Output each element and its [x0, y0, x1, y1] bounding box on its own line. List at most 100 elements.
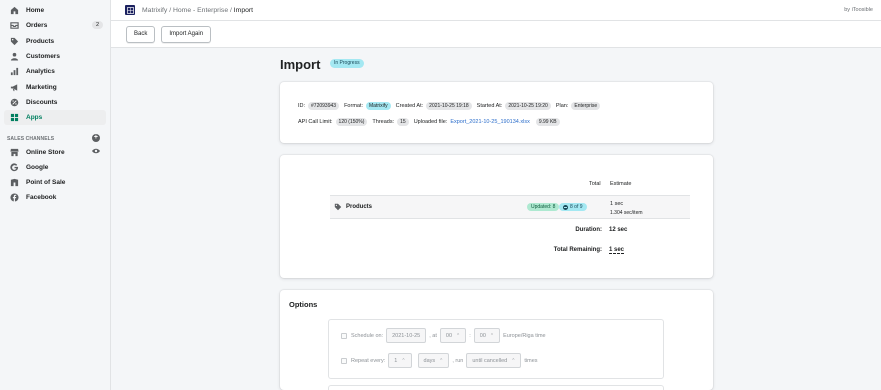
sidebar-item-label: Orders: [26, 22, 48, 30]
sidebar-item-apps[interactable]: Apps: [4, 110, 106, 126]
uploaded-file-link[interactable]: Export_2021-10-25_190134.xlsx: [450, 119, 530, 125]
sidebar-item-google[interactable]: Google: [0, 160, 110, 175]
google-icon: [9, 162, 19, 172]
threads-label: Threads:: [372, 119, 395, 125]
orders-icon: [9, 21, 19, 31]
sidebar-item-label: Point of Sale: [26, 179, 66, 187]
estimate-value: 1 sec: [610, 201, 624, 207]
back-button[interactable]: Back: [126, 25, 156, 43]
schedule-label: Schedule on:: [351, 332, 384, 339]
started-value: 2021-10-25 19:20: [505, 102, 551, 110]
sidebar-item-label: Facebook: [26, 194, 57, 202]
repeat-count-select[interactable]: 1 ⌃: [388, 353, 412, 368]
file-size: 9.99 KB: [535, 118, 560, 126]
sidebar-item-label: Customers: [26, 53, 60, 61]
sidebar-item-facebook[interactable]: Facebook: [0, 190, 110, 205]
minute-value: 00: [479, 332, 486, 339]
tag-icon: [334, 203, 342, 213]
add-channel-icon[interactable]: +: [92, 134, 100, 143]
orders-count-badge: 2: [91, 21, 103, 30]
created-value: 2021-10-25 19:18: [426, 102, 472, 110]
home-icon: [9, 6, 19, 16]
breadcrumb-path[interactable]: Matrixify / Home - Enterprise /: [142, 7, 234, 14]
repeat-unit-value: days: [423, 357, 436, 364]
sidebar-item-orders[interactable]: Orders 2: [0, 18, 110, 33]
file-label: Uploaded file:: [413, 119, 448, 125]
options-panel-2: [328, 385, 664, 390]
started-label: Started At:: [476, 103, 503, 109]
plan-value: Enterprise: [571, 102, 601, 110]
duration-label: Duration:: [575, 227, 602, 233]
api-value: 120 (150%): [335, 118, 368, 126]
duration-value: 12 sec: [609, 227, 628, 233]
format-value: Matrixify: [366, 102, 391, 110]
sidebar-item-home[interactable]: Home: [0, 3, 110, 18]
hour-select[interactable]: 00 ⌃: [439, 328, 467, 343]
threads-value: 15: [397, 118, 409, 126]
sidebar-item-customers[interactable]: Customers: [0, 49, 110, 64]
schedule-checkbox[interactable]: [341, 332, 347, 339]
estimate-column-header: Estimate: [610, 181, 632, 187]
sidebar-item-label: Marketing: [26, 83, 57, 91]
sidebar-item-label: Discounts: [26, 98, 58, 106]
apps-icon: [9, 113, 19, 123]
import-details-card: ID: #72093943 Format: Matrixify Created …: [280, 82, 713, 143]
select-chevron-icon: ⌃: [511, 357, 516, 364]
meta-row-1: ID: #72093943 Format: Matrixify Created …: [298, 102, 605, 110]
progress-indicator-icon: [563, 204, 568, 210]
repeat-checkbox[interactable]: [341, 357, 347, 364]
sidebar-item-label: Products: [26, 37, 55, 45]
breadcrumb: Matrixify / Home - Enterprise / Import: [142, 7, 253, 14]
eye-icon[interactable]: [92, 148, 100, 156]
schedule-panel: Schedule on: 2021-10-25 , at 00 ⌃ : 00 ⌃ E…: [328, 319, 664, 379]
megaphone-icon: [9, 82, 19, 92]
updated-count-badge: Updated: 8: [527, 203, 560, 211]
repeat-row: Repeat every: 1 ⌃ days ⌃ , run until cance…: [341, 353, 538, 368]
sidebar-item-discounts[interactable]: Discounts: [0, 95, 110, 110]
run-mode-select[interactable]: until cancelled ⌃: [466, 353, 522, 368]
progress-value: 8 of 9: [570, 204, 583, 210]
select-chevron-icon: ⌃: [489, 332, 495, 339]
sidebar-item-marketing[interactable]: Marketing: [0, 79, 110, 94]
sales-channels-heading: SALES CHANNELS +: [0, 133, 110, 144]
sidebar-item-point-of-sale[interactable]: Point of Sale: [0, 175, 110, 190]
action-bar: Back Import Again: [111, 21, 881, 48]
sidebar: Home Orders 2 Products Customers Analyti…: [0, 0, 111, 390]
created-label: Created At:: [395, 103, 424, 109]
estimate-rate: 1.304 sec/item: [610, 210, 643, 216]
sidebar-item-products[interactable]: Products: [0, 34, 110, 49]
app-header: Matrixify / Home - Enterprise / Import b…: [111, 0, 881, 21]
select-chevron-icon: ⌃: [456, 332, 461, 339]
select-chevron-icon: ⌃: [439, 357, 444, 364]
schedule-date-input[interactable]: 2021-10-25: [386, 328, 427, 343]
page-title: Import: [280, 57, 321, 72]
hour-value: 00: [445, 332, 453, 339]
minute-select[interactable]: 00 ⌃: [473, 328, 501, 343]
at-label: , at: [429, 332, 437, 339]
repeat-unit-select[interactable]: days ⌃: [417, 353, 450, 368]
total-column-header: Total: [589, 181, 601, 187]
schedule-row: Schedule on: 2021-10-25 , at 00 ⌃ : 00 ⌃ E…: [341, 328, 546, 343]
id-value: #72093943: [308, 102, 340, 110]
options-title: Options: [289, 300, 318, 309]
run-mode-value: until cancelled: [472, 357, 508, 364]
repeat-label: Repeat every:: [351, 357, 386, 364]
sidebar-item-label: Analytics: [26, 68, 55, 76]
id-label: ID:: [298, 103, 306, 109]
pos-icon: [9, 178, 19, 188]
plan-label: Plan:: [555, 103, 569, 109]
sales-channels-title: SALES CHANNELS: [7, 135, 55, 142]
remaining-label: Total Remaining:: [553, 247, 602, 253]
app-author: by iToosible: [844, 7, 873, 13]
sidebar-item-online-store[interactable]: Online Store: [0, 144, 110, 159]
tag-icon: [9, 36, 19, 46]
time-separator: :: [469, 332, 471, 339]
times-label: times: [524, 357, 538, 364]
import-again-button[interactable]: Import Again: [161, 25, 212, 43]
bar-chart-icon: [9, 67, 19, 77]
remaining-value: 1 sec: [609, 247, 625, 254]
api-label: API Call Limit:: [298, 119, 333, 125]
sidebar-item-analytics[interactable]: Analytics: [0, 64, 110, 79]
discount-icon: [9, 97, 19, 107]
entity-name: Products: [346, 204, 373, 210]
